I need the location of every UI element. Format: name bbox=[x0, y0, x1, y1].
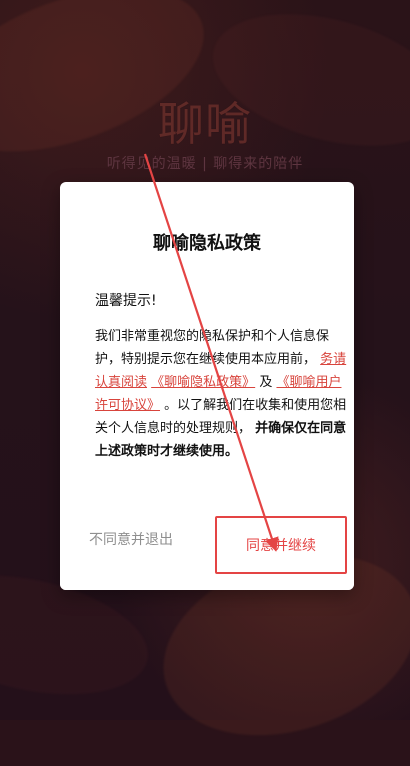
body-text-2: 及 bbox=[259, 375, 273, 390]
body-text-1: 我们非常重视您的隐私保护和个人信息保护，特别提示您在继续使用本应用前， bbox=[95, 329, 330, 367]
dialog-title: 聊喻隐私政策 bbox=[153, 233, 261, 254]
dialog-footer: 不同意并退出 同意并继续 bbox=[60, 504, 354, 590]
brand-subtitle: 听得见的温暖 | 聊得来的陪伴 bbox=[106, 156, 304, 172]
brand-logo: 聊喻 bbox=[158, 97, 252, 151]
accept-button[interactable]: 同意并继续 bbox=[215, 516, 347, 574]
privacy-policy-link[interactable]: 《聊喻隐私政策》 bbox=[151, 375, 255, 390]
privacy-dialog: 聊喻隐私政策 温馨提示! 我们非常重视您的隐私保护和个人信息保护，特别提示您在继… bbox=[60, 182, 354, 590]
decline-button[interactable]: 不同意并退出 bbox=[89, 529, 173, 549]
dialog-greeting: 温馨提示! bbox=[95, 293, 157, 309]
dialog-body: 我们非常重视您的隐私保护和个人信息保护，特别提示您在继续使用本应用前， 务请认真… bbox=[95, 325, 350, 463]
